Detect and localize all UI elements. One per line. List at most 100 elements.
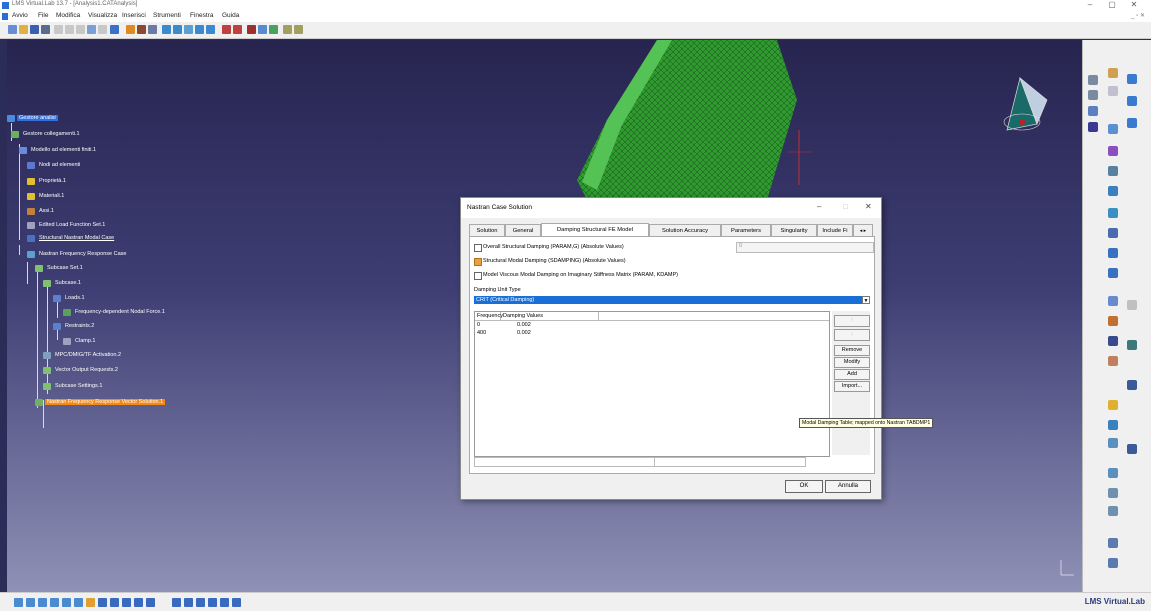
- tool-icon-25[interactable]: [1108, 538, 1118, 548]
- tool-icon-22[interactable]: [1108, 468, 1118, 478]
- load-icon[interactable]: [195, 25, 204, 34]
- tool-icon-1[interactable]: [1088, 75, 1098, 85]
- table-cell[interactable]: 0: [477, 322, 480, 328]
- redo-icon[interactable]: [98, 25, 107, 34]
- move-down-button[interactable]: ↓: [834, 329, 870, 341]
- damping-table[interactable]: Frequency Damping Values 0 0.002 400 0.0…: [474, 311, 830, 457]
- tool-icon-7[interactable]: [1108, 124, 1118, 134]
- workbench-icon[interactable]: [2, 13, 8, 20]
- dialog-minimize-button[interactable]: –: [817, 202, 821, 211]
- move-up-button[interactable]: ↑: [834, 315, 870, 327]
- tool-icon-5[interactable]: [1108, 68, 1118, 78]
- results-icon[interactable]: [258, 25, 267, 34]
- document-window-controls[interactable]: _ ▫ ✕: [1131, 12, 1145, 19]
- tool-icon-30[interactable]: [1127, 300, 1137, 310]
- menu-modifica[interactable]: Modifica: [56, 12, 80, 19]
- tool-icon-11[interactable]: [1108, 208, 1118, 218]
- tool-icon-4[interactable]: [1088, 122, 1098, 132]
- open-icon[interactable]: [19, 25, 28, 34]
- structural-modal-damping-checkbox[interactable]: [474, 258, 482, 266]
- normal-view-icon[interactable]: [86, 598, 95, 607]
- analysis-tool-icon[interactable]: [184, 598, 193, 607]
- cut-icon[interactable]: [54, 25, 63, 34]
- tool-icon-32[interactable]: [1127, 380, 1137, 390]
- tool-icon-14[interactable]: [1108, 268, 1118, 278]
- compute-icon[interactable]: [137, 25, 146, 34]
- table-cell[interactable]: 400: [477, 330, 486, 336]
- report-icon[interactable]: [196, 598, 205, 607]
- case-icon[interactable]: [162, 25, 171, 34]
- tool-icon-8[interactable]: [1108, 146, 1118, 156]
- multi-view-icon[interactable]: [98, 598, 107, 607]
- link-icon[interactable]: [184, 25, 193, 34]
- tool-icon-24[interactable]: [1108, 506, 1118, 516]
- tool-icon-9[interactable]: [1108, 166, 1118, 176]
- table-cell[interactable]: 0.002: [517, 330, 531, 336]
- tool-icon-15[interactable]: [1108, 296, 1118, 306]
- tool-icon-3[interactable]: [1088, 106, 1098, 116]
- chevron-down-icon[interactable]: ▼: [862, 296, 870, 304]
- tool-icon-33[interactable]: [1127, 444, 1137, 454]
- help-icon[interactable]: [110, 25, 119, 34]
- fly-mode-icon[interactable]: [14, 598, 23, 607]
- tool-icon-17[interactable]: [1108, 336, 1118, 346]
- menu-finestra[interactable]: Finestra: [190, 12, 213, 19]
- restraint-icon[interactable]: [206, 25, 215, 34]
- menu-guida[interactable]: Guida: [222, 12, 239, 19]
- zoom-out-icon[interactable]: [74, 598, 83, 607]
- tool-icon-28[interactable]: [1127, 96, 1137, 106]
- compute-all-icon[interactable]: [247, 25, 256, 34]
- zoom-in-icon[interactable]: [62, 598, 71, 607]
- copy-icon[interactable]: [65, 25, 74, 34]
- mesh-icon[interactable]: [148, 25, 157, 34]
- dialog-close-button[interactable]: ✕: [865, 202, 872, 211]
- sensor-icon[interactable]: [283, 25, 292, 34]
- minimize-button[interactable]: –: [1079, 0, 1101, 9]
- column-frequency[interactable]: Frequency: [475, 312, 503, 321]
- paste-icon[interactable]: [76, 25, 85, 34]
- damping-entry-field[interactable]: [654, 457, 806, 467]
- overall-damping-checkbox[interactable]: [474, 244, 482, 252]
- tool-icon-16[interactable]: [1108, 316, 1118, 326]
- menu-strumenti[interactable]: Strumenti: [153, 12, 181, 19]
- iso-view-icon[interactable]: [110, 598, 119, 607]
- tool-icon-23[interactable]: [1108, 488, 1118, 498]
- modify-button[interactable]: Modify: [834, 357, 870, 368]
- menu-visualizza[interactable]: Visualizza: [88, 12, 117, 19]
- pan-icon[interactable]: [38, 598, 47, 607]
- save-icon[interactable]: [30, 25, 39, 34]
- tool-icon-12[interactable]: [1108, 228, 1118, 238]
- viscous-modal-damping-checkbox[interactable]: [474, 272, 482, 280]
- shading-icon[interactable]: [122, 598, 131, 607]
- rotate-icon[interactable]: [50, 598, 59, 607]
- tool-icon-19[interactable]: [1108, 400, 1118, 410]
- remove-button[interactable]: Remove: [834, 345, 870, 356]
- hide-show-icon[interactable]: [134, 598, 143, 607]
- frequency-entry-field[interactable]: [474, 457, 656, 467]
- table-cell[interactable]: 0.002: [517, 322, 531, 328]
- postprocess-icon[interactable]: [269, 25, 278, 34]
- sensor-view-icon[interactable]: [232, 598, 241, 607]
- analysis-icon[interactable]: [126, 25, 135, 34]
- tool-icon-6[interactable]: [1108, 86, 1118, 96]
- tool-icon-20[interactable]: [1108, 420, 1118, 430]
- fit-all-icon[interactable]: [26, 598, 35, 607]
- tool-icon-21[interactable]: [1108, 438, 1118, 448]
- validate-icon[interactable]: [233, 25, 242, 34]
- ok-button[interactable]: OK: [785, 480, 823, 493]
- new-icon[interactable]: [8, 25, 17, 34]
- tool-icon-26[interactable]: [1108, 558, 1118, 568]
- solution-icon[interactable]: [173, 25, 182, 34]
- maximize-button[interactable]: ▢: [1101, 0, 1123, 9]
- import-button[interactable]: Import...: [834, 381, 870, 392]
- menu-avvio[interactable]: Avvio: [12, 12, 28, 19]
- overall-damping-value[interactable]: 0: [736, 242, 874, 253]
- menu-inserisci[interactable]: Inserisci: [122, 12, 146, 19]
- check-icon[interactable]: [222, 25, 231, 34]
- dialog-maximize-button[interactable]: □: [843, 202, 848, 211]
- tool-icon-2[interactable]: [1088, 90, 1098, 100]
- print-icon[interactable]: [41, 25, 50, 34]
- cancel-button[interactable]: Annulla: [825, 480, 871, 493]
- damping-unit-select[interactable]: CRIT (Critical Damping) ▼: [474, 296, 870, 304]
- swap-space-icon[interactable]: [146, 598, 155, 607]
